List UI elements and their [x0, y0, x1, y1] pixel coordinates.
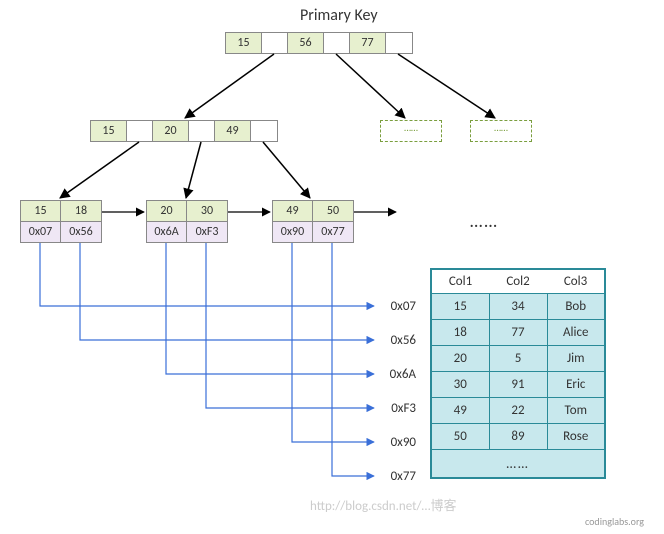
row-label: 0xF3	[376, 401, 416, 416]
table-footer: ……	[431, 450, 605, 479]
cell: 20	[431, 346, 489, 372]
leaf-node: 15 18 0x07 0x56	[20, 200, 102, 243]
cell: 18	[431, 320, 489, 346]
leaf-key: 30	[187, 201, 227, 221]
row-label: 0x6A	[376, 367, 416, 382]
internal-key: 15	[91, 121, 127, 141]
leaf-key: 49	[273, 201, 313, 221]
cell: 22	[489, 398, 547, 424]
col-header: Col2	[489, 269, 547, 294]
data-table: Col1 Col2 Col3 15 34 Bob 18 77 Alice 20 …	[430, 268, 606, 479]
leaf-ellipsis: ……	[470, 210, 499, 232]
internal-ptr	[127, 121, 153, 141]
leaf-node: 49 50 0x90 0x77	[272, 200, 354, 243]
root-key: 77	[350, 33, 386, 53]
cell: Bob	[547, 294, 605, 320]
root-ptr	[324, 33, 350, 53]
leaf-ptr: 0xF3	[187, 222, 227, 242]
row-label: 0x77	[376, 469, 416, 484]
credit-text: codinglabs.org	[585, 515, 644, 528]
cell: 91	[489, 372, 547, 398]
leaf-ptr: 0x90	[273, 222, 313, 242]
table-row: 15 34 Bob	[431, 294, 605, 320]
cell: 77	[489, 320, 547, 346]
leaf-key: 20	[147, 201, 187, 221]
root-ptr	[386, 33, 412, 53]
table-row: 20 5 Jim	[431, 346, 605, 372]
internal-node: 15 20 49	[90, 120, 278, 142]
row-label: 0x90	[376, 435, 416, 450]
cell: Rose	[547, 424, 605, 450]
footer-ellipsis: ……	[431, 450, 605, 479]
cell: 5	[489, 346, 547, 372]
internal-key: 20	[153, 121, 189, 141]
leaf-ptr: 0x6A	[147, 222, 187, 242]
cell: 34	[489, 294, 547, 320]
placeholder-node: ……	[380, 120, 442, 142]
table-row: 30 91 Eric	[431, 372, 605, 398]
leaf-key: 50	[313, 201, 353, 221]
col-header: Col3	[547, 269, 605, 294]
cell: 15	[431, 294, 489, 320]
internal-key: 49	[215, 121, 251, 141]
cell: Alice	[547, 320, 605, 346]
cell: 49	[431, 398, 489, 424]
page-title: Primary Key	[300, 6, 378, 25]
placeholder-node: ……	[470, 120, 532, 142]
cell: Eric	[547, 372, 605, 398]
row-label: 0x56	[376, 333, 416, 348]
cell: 89	[489, 424, 547, 450]
root-key: 15	[226, 33, 262, 53]
leaf-key: 18	[61, 201, 101, 221]
cell: Jim	[547, 346, 605, 372]
leaf-ptr: 0x77	[313, 222, 353, 242]
cell: 30	[431, 372, 489, 398]
root-key: 56	[288, 33, 324, 53]
table-row: 18 77 Alice	[431, 320, 605, 346]
table-row: 50 89 Rose	[431, 424, 605, 450]
leaf-ptr: 0x56	[61, 222, 101, 242]
leaf-ptr: 0x07	[21, 222, 61, 242]
table-row: 49 22 Tom	[431, 398, 605, 424]
internal-ptr	[251, 121, 277, 141]
col-header: Col1	[431, 269, 489, 294]
root-node: 15 56 77	[225, 32, 413, 54]
watermark-text: http://blog.csdn.net/…博客	[310, 495, 456, 514]
cell: 50	[431, 424, 489, 450]
cell: Tom	[547, 398, 605, 424]
leaf-key: 15	[21, 201, 61, 221]
root-ptr	[262, 33, 288, 53]
leaf-node: 20 30 0x6A 0xF3	[146, 200, 228, 243]
internal-ptr	[189, 121, 215, 141]
row-label: 0x07	[376, 299, 416, 314]
